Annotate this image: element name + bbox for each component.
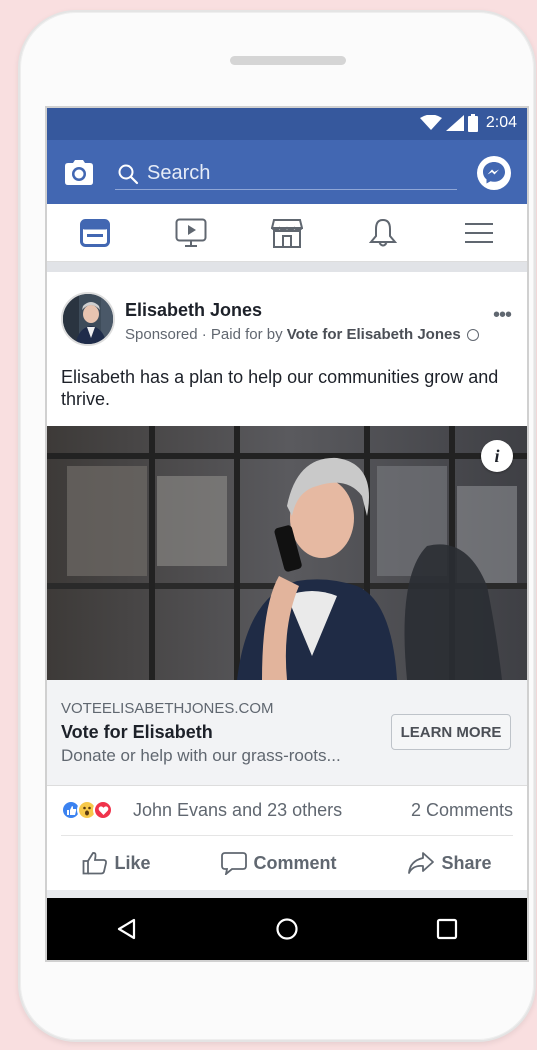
- paid-by-link[interactable]: Vote for Elisabeth Jones: [287, 326, 461, 343]
- sponsored-post: Elisabeth Jones Sponsored · Paid for by …: [47, 272, 527, 890]
- reactions-row: John Evans and 23 others 2 Comments: [61, 786, 513, 836]
- ad-info-button[interactable]: i: [481, 440, 513, 472]
- phone-speaker: [230, 56, 346, 65]
- search-icon: [118, 164, 139, 184]
- battery-icon: [467, 114, 478, 132]
- comment-button[interactable]: Comment: [221, 851, 337, 875]
- status-bar: 2:04: [47, 108, 527, 140]
- reactions-summary[interactable]: John Evans and 23 others: [133, 800, 342, 821]
- menu-hamburger-icon: [465, 222, 493, 243]
- search-field[interactable]: [115, 158, 457, 190]
- love-reaction-icon: [93, 800, 113, 820]
- share-arrow-icon: [408, 852, 435, 874]
- ad-photo: [47, 426, 527, 680]
- wifi-icon: [419, 115, 442, 130]
- link-card[interactable]: VOTEELISABETHJONES.COM Vote for Elisabet…: [47, 680, 527, 786]
- messenger-icon: [483, 162, 505, 184]
- thumbs-up-icon: [83, 852, 108, 875]
- post-subline: Sponsored · Paid for by Vote for Elisabe…: [125, 326, 479, 343]
- post-header: Elisabeth Jones Sponsored · Paid for by …: [47, 272, 527, 356]
- marketplace-icon: [271, 218, 303, 248]
- sponsored-label: Sponsored: [125, 326, 198, 343]
- link-title: Vote for Elisabeth: [61, 722, 213, 742]
- tab-news-feed[interactable]: [75, 213, 115, 253]
- screen: 2:04 Search Elisabeth Jones Sponsored · …: [45, 106, 529, 962]
- like-button[interactable]: Like: [82, 851, 151, 875]
- feed-divider: [47, 262, 527, 272]
- search-bar: [47, 140, 527, 204]
- tab-notifications[interactable]: [363, 213, 403, 253]
- more-options-icon[interactable]: •••: [493, 305, 512, 325]
- comment-label: Comment: [253, 852, 337, 873]
- phone-frame: 2:04 Search Elisabeth Jones Sponsored · …: [18, 10, 536, 1042]
- news-feed-icon: [80, 218, 110, 247]
- back-icon[interactable]: [116, 918, 138, 940]
- comments-count[interactable]: 2 Comments: [411, 800, 513, 821]
- link-domain: VOTEELISABETHJONES.COM: [61, 700, 274, 717]
- notifications-bell-icon: [368, 218, 398, 246]
- reaction-icons[interactable]: [61, 800, 113, 820]
- like-label: Like: [114, 852, 151, 873]
- post-author[interactable]: Elisabeth Jones: [125, 300, 262, 321]
- search-input[interactable]: [147, 162, 447, 185]
- camera-icon[interactable]: [63, 158, 95, 186]
- messenger-button[interactable]: [477, 156, 511, 190]
- post-text: Elisabeth has a plan to help our communi…: [61, 367, 499, 409]
- share-button[interactable]: Share: [407, 851, 492, 875]
- signal-icon: [445, 115, 464, 131]
- tab-watch[interactable]: [171, 213, 211, 253]
- post-actions: Like Comment Share: [47, 836, 527, 890]
- avatar[interactable]: [61, 292, 115, 346]
- globe-icon: [466, 329, 479, 342]
- tab-marketplace[interactable]: [267, 213, 307, 253]
- paid-prefix: · Paid for by: [197, 326, 287, 343]
- watch-video-icon: [175, 218, 207, 247]
- tab-menu[interactable]: [459, 213, 499, 253]
- status-time: 2:04: [485, 114, 517, 131]
- android-navigation-bar: [47, 898, 527, 960]
- learn-more-button[interactable]: LEARN MORE: [391, 714, 511, 750]
- nav-tabs: [47, 204, 527, 262]
- link-description: Donate or help with our grass-roots...: [61, 746, 341, 765]
- post-image[interactable]: i: [47, 426, 527, 680]
- recents-icon[interactable]: [436, 918, 458, 940]
- share-label: Share: [441, 852, 492, 873]
- home-icon[interactable]: [275, 917, 299, 941]
- comment-bubble-icon: [221, 852, 248, 875]
- avatar-image: [63, 294, 113, 344]
